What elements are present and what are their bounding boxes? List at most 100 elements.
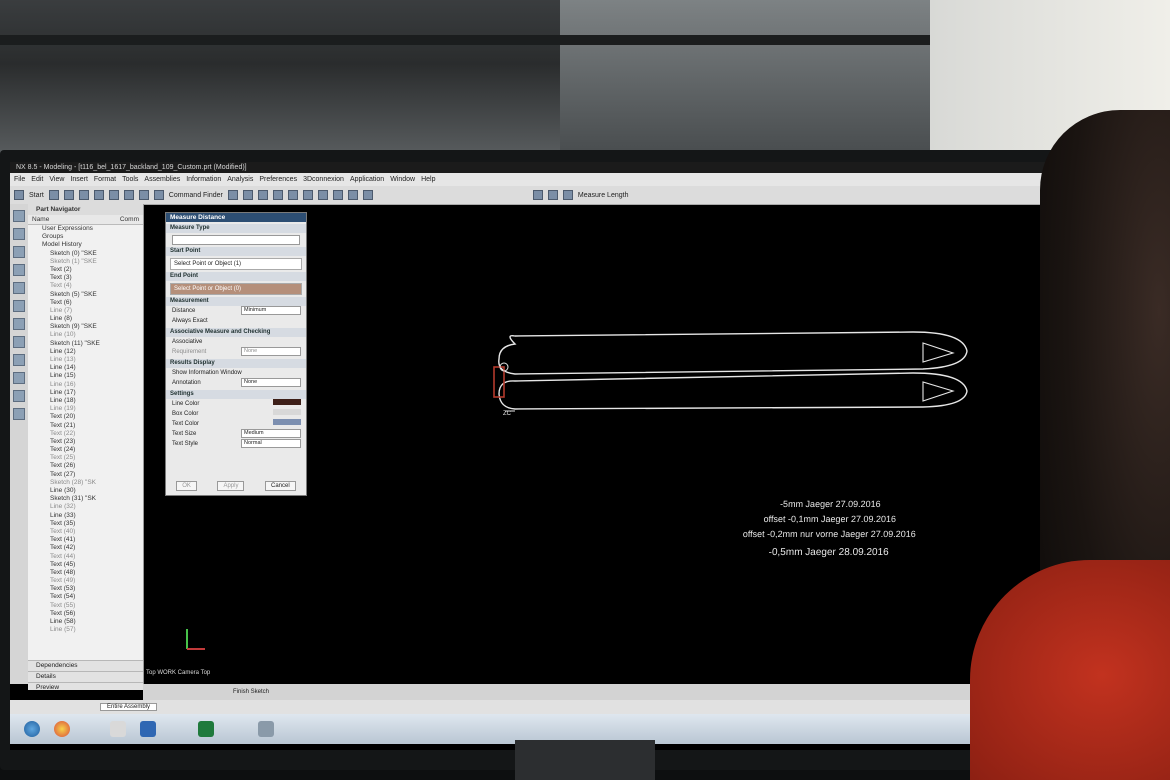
navigator-item[interactable]: Text (42) [28,544,143,552]
excel-icon[interactable] [198,721,214,737]
navigator-item[interactable]: Text (45) [28,561,143,569]
copy-icon[interactable] [93,190,104,200]
menu-preferences[interactable]: Preferences [259,173,297,186]
menu-analysis[interactable]: Analysis [227,173,253,186]
nx-icon[interactable] [258,721,274,737]
start-orb-icon[interactable] [24,721,40,737]
navigator-item[interactable]: Text (25) [28,454,143,462]
system-materials-icon[interactable] [13,336,25,348]
ski-top-outline[interactable] [498,331,968,375]
navigator-item[interactable]: Text (23) [28,438,143,446]
details-panel[interactable]: Details [28,671,143,682]
navigator-item[interactable]: Line (30) [28,487,143,495]
navigator-item[interactable]: Line (17) [28,389,143,397]
navigator-item[interactable]: Sketch (11) "SKE [28,340,143,348]
dependencies-panel[interactable]: Dependencies [28,660,143,671]
outlook-icon[interactable] [140,721,156,737]
redo-icon[interactable] [138,190,149,200]
menu-3dconnexion[interactable]: 3Dconnexion [303,173,344,186]
note-3[interactable]: offset -0,2mm nur vorne Jaeger 27.09.201… [743,527,916,542]
menu-format[interactable]: Format [94,173,116,186]
part-navigator-icon[interactable] [13,246,25,258]
text-color-swatch[interactable] [273,419,301,425]
navigator-item[interactable]: Text (49) [28,577,143,585]
measure-icon[interactable] [302,190,313,200]
associative-checkbox[interactable]: Associative [172,337,202,347]
manufacturing-wizards-icon[interactable] [13,372,25,384]
section-measure-type[interactable]: Measure Type [166,224,306,233]
text-style-select[interactable]: Normal [241,439,301,448]
history-icon[interactable] [13,318,25,330]
roles-icon[interactable] [13,390,25,402]
navigator-item[interactable]: Line (32) [28,503,143,511]
navigator-item[interactable]: Text (44) [28,553,143,561]
navigator-item[interactable]: Text (26) [28,462,143,470]
menu-tools[interactable]: Tools [122,173,138,186]
navigator-item[interactable]: Text (20) [28,413,143,421]
navigator-item[interactable]: Sketch (0) "SKE [28,250,143,258]
start-point-selector[interactable]: Select Point or Object (1) [170,258,302,270]
section-start-point[interactable]: Start Point [166,247,306,256]
line-color-swatch[interactable] [273,399,301,405]
navigator-item[interactable]: Text (4) [28,282,143,290]
box-color-swatch[interactable] [273,409,301,415]
system-scenes-icon[interactable] [13,408,25,420]
fit-view-icon[interactable] [317,190,328,200]
distance-select[interactable]: Minimum [241,306,301,315]
extrude-icon[interactable] [272,190,283,200]
navigator-item[interactable]: Sketch (28) "SK [28,479,143,487]
navigator-item[interactable]: Line (10) [28,331,143,339]
navigator-item[interactable]: Line (18) [28,397,143,405]
section-results-display[interactable]: Results Display [166,359,306,368]
text-size-select[interactable]: Medium [241,429,301,438]
navigator-item[interactable]: Line (13) [28,356,143,364]
end-point-selector[interactable]: Select Point or Object (0) [170,283,302,295]
menu-edit[interactable]: Edit [31,173,43,186]
navigator-item[interactable]: Line (58) [28,618,143,626]
menu-view[interactable]: View [49,173,64,186]
navigator-item[interactable]: Line (16) [28,381,143,389]
save-icon[interactable] [63,190,74,200]
section-associative[interactable]: Associative Measure and Checking [166,328,306,337]
section-settings[interactable]: Settings [166,390,306,399]
navigator-item[interactable]: Text (40) [28,528,143,536]
navigator-item[interactable]: Line (7) [28,307,143,315]
zoom-icon[interactable] [332,190,343,200]
navigator-item[interactable]: Line (33) [28,512,143,520]
navigator-item[interactable]: Line (15) [28,372,143,380]
navigator-item[interactable]: Text (21) [28,422,143,430]
media-icon[interactable] [110,721,126,737]
finish-sketch-button[interactable]: Finish Sketch [233,689,269,695]
navigator-item[interactable]: Sketch (31) "SK [28,495,143,503]
section-end-point[interactable]: End Point [166,272,306,281]
navigator-item[interactable]: Text (56) [28,610,143,618]
navigator-item[interactable]: Text (27) [28,471,143,479]
snap-icon[interactable] [532,190,543,200]
ski-bottom-outline[interactable] [498,372,968,410]
navigator-item[interactable]: Text (2) [28,266,143,274]
process-studio-icon[interactable] [13,354,25,366]
measure-type-select[interactable] [172,235,300,245]
navigator-item[interactable]: Line (8) [28,315,143,323]
navigator-item[interactable]: Line (14) [28,364,143,372]
navigator-item[interactable]: Text (48) [28,569,143,577]
navigator-item[interactable]: Text (55) [28,602,143,610]
delete-icon[interactable] [108,190,119,200]
start-button[interactable]: Start [29,192,44,199]
navigator-item[interactable]: Text (41) [28,536,143,544]
menu-application[interactable]: Application [350,173,384,186]
measure-length-button[interactable]: Measure Length [578,192,629,199]
constraint-navigator-icon[interactable] [13,228,25,240]
navigator-item[interactable]: Line (57) [28,626,143,634]
text-icon[interactable] [287,190,298,200]
navigator-item[interactable]: Text (22) [28,430,143,438]
command-finder-button[interactable]: Command Finder [169,192,223,199]
navigator-item[interactable]: Sketch (9) "SKE [28,323,143,331]
cut-icon[interactable] [78,190,89,200]
note-4[interactable]: -0,5mm Jaeger 28.09.2016 [742,545,915,560]
navigator-item[interactable]: Model History [28,241,143,249]
requirement-select[interactable]: None [241,347,301,356]
rotate-icon[interactable] [347,190,358,200]
reuse-library-icon[interactable] [13,264,25,276]
apply-button[interactable]: Apply [217,481,245,491]
